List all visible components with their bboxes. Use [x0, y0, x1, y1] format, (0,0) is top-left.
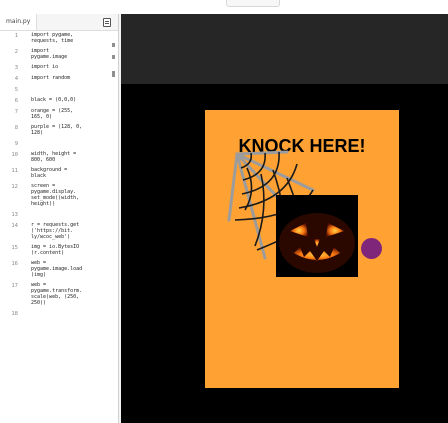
line-number: 13: [11, 212, 18, 218]
jack-o-lantern-image: [276, 195, 358, 277]
code-text[interactable]: import io: [31, 64, 111, 70]
code-line[interactable]: 2 import pygame.image: [0, 47, 118, 63]
game-canvas[interactable]: KNOCK HERE!: [121, 14, 448, 423]
code-text[interactable]: background = black: [31, 167, 111, 179]
code-text[interactable]: purple = (128, 0, 128): [31, 124, 111, 136]
editor-tab-bar: main.py: [0, 14, 118, 31]
line-number: 2: [14, 49, 18, 55]
top-strip: [0, 0, 448, 14]
line-number: 16: [11, 261, 18, 267]
line-number: 9: [14, 141, 18, 147]
code-line[interactable]: 10 width, height = 800, 600: [0, 150, 118, 166]
code-line[interactable]: 8 purple = (128, 0, 128): [0, 123, 118, 139]
line-number: 11: [11, 168, 18, 174]
code-text[interactable]: import pygame, requests, time: [31, 32, 111, 44]
code-area[interactable]: 1 import pygame, requests, time 2 import py…: [0, 31, 118, 423]
code-line[interactable]: 3 import io: [0, 63, 118, 74]
code-text[interactable]: import pygame.image: [31, 48, 111, 60]
code-text[interactable]: orange = (255, 165, 0): [31, 108, 111, 120]
code-line[interactable]: 15 img = io.BytesIO (r.content): [0, 243, 118, 259]
browser-tab-stub[interactable]: [226, 0, 280, 7]
code-line[interactable]: 18: [0, 309, 118, 320]
code-text[interactable]: black = (0,0,0): [31, 97, 111, 103]
line-number: 1: [14, 33, 18, 39]
code-text[interactable]: web = pygame.image.load (img): [31, 260, 111, 278]
code-line[interactable]: 7 orange = (255, 165, 0): [0, 107, 118, 123]
line-number: 7: [14, 109, 18, 115]
code-line[interactable]: 17 web = pygame.transform. scale(web, (25…: [0, 281, 118, 309]
code-text[interactable]: width, height = 800, 600: [31, 151, 111, 163]
code-line[interactable]: 5: [0, 85, 118, 96]
code-line[interactable]: 12 screen = pygame.display. set_mode((wid…: [0, 182, 118, 210]
code-text[interactable]: import random: [31, 75, 111, 81]
purple-ball[interactable]: [361, 238, 382, 259]
file-tab-main-py[interactable]: main.py: [0, 14, 38, 30]
code-line[interactable]: 4 import random: [0, 74, 118, 85]
line-number: 17: [11, 283, 18, 289]
door-panel[interactable]: KNOCK HERE!: [205, 110, 399, 388]
line-number: 18: [11, 311, 18, 317]
code-line[interactable]: 6 black = (0,0,0): [0, 96, 118, 107]
code-text[interactable]: screen = pygame.display. set_mode((width…: [31, 183, 111, 207]
code-line[interactable]: 1 import pygame, requests, time: [0, 31, 118, 47]
line-number: 8: [14, 125, 18, 131]
code-editor[interactable]: main.py 1 import pygame, requests, time 2 i…: [0, 14, 119, 423]
code-line[interactable]: 11 background = black: [0, 166, 118, 182]
minimap[interactable]: [111, 31, 117, 391]
code-text[interactable]: web = pygame.transform. scale(web, (250,…: [31, 282, 111, 306]
canvas-header-band: [121, 14, 448, 84]
line-number: 6: [14, 98, 18, 104]
line-number: 5: [14, 87, 18, 93]
code-line[interactable]: 14 r = requests.get ('https://bit. ly/wco…: [0, 221, 118, 243]
code-line[interactable]: 9: [0, 139, 118, 150]
line-number: 10: [11, 152, 18, 158]
line-number: 14: [11, 223, 18, 229]
line-number: 15: [11, 245, 18, 251]
line-number: 12: [11, 184, 18, 190]
file-icon[interactable]: [103, 18, 111, 27]
code-line[interactable]: 13: [0, 210, 118, 221]
code-text[interactable]: r = requests.get ('https://bit. ly/wcoc_…: [31, 222, 111, 240]
line-number: 4: [14, 76, 18, 82]
code-line[interactable]: 16 web = pygame.image.load (img): [0, 259, 118, 281]
line-number: 3: [14, 65, 18, 71]
code-text[interactable]: img = io.BytesIO (r.content): [31, 244, 111, 256]
